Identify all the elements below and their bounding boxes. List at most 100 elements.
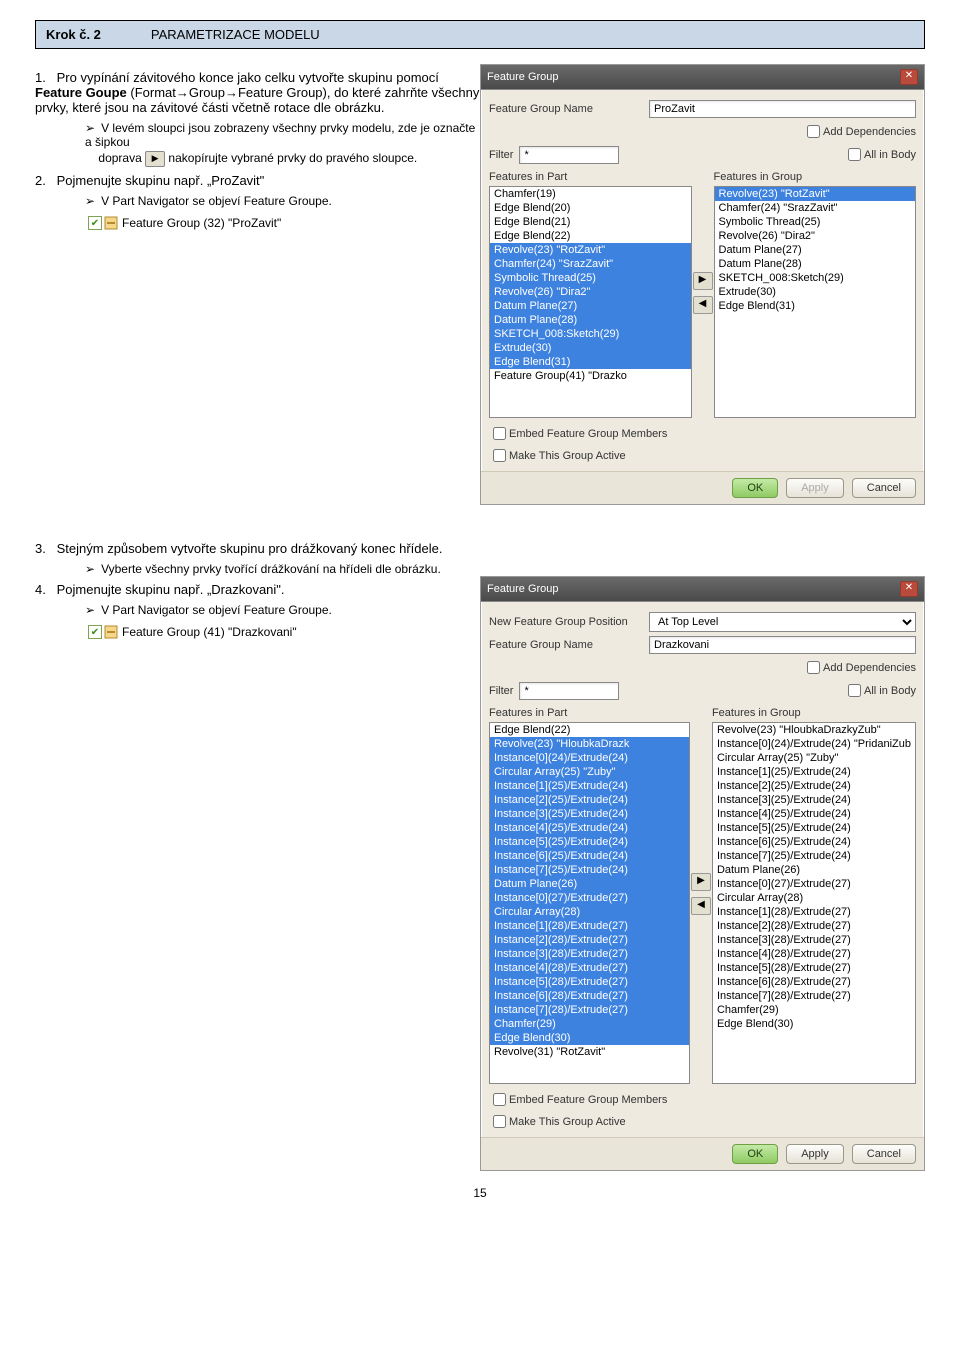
scrollbar[interactable]: ◄►	[713, 1083, 915, 1084]
cancel-button[interactable]: Cancel	[852, 478, 916, 498]
list-item[interactable]: Instance[6](28)/Extrude(27)	[713, 975, 915, 989]
cancel-button[interactable]: Cancel	[852, 1144, 916, 1164]
list-item[interactable]: SKETCH_008:Sketch(29)	[715, 271, 916, 285]
list-item[interactable]: Instance[7](25)/Extrude(24)	[490, 863, 689, 877]
list-item[interactable]: Instance[5](25)/Extrude(24)	[713, 821, 915, 835]
close-icon[interactable]: ✕	[900, 581, 918, 597]
list-item[interactable]: Chamfer(24) "SrazZavit"	[715, 201, 916, 215]
list-item[interactable]: Circular Array(25) "Zuby"	[490, 765, 689, 779]
add-dependencies-checkbox[interactable]: Add Dependencies	[803, 658, 916, 677]
list-item[interactable]: Edge Blend(31)	[490, 355, 691, 369]
list-item[interactable]: Instance[3](25)/Extrude(24)	[490, 807, 689, 821]
list-item[interactable]: Edge Blend(30)	[713, 1017, 915, 1031]
features-in-part-listbox[interactable]: Edge Blend(22)Revolve(23) "HloubkaDrazkI…	[489, 722, 690, 1084]
list-item[interactable]: Instance[6](28)/Extrude(27)	[490, 989, 689, 1003]
ok-button[interactable]: OK	[732, 478, 778, 498]
embed-members-checkbox[interactable]: Embed Feature Group Members	[489, 1090, 916, 1109]
list-item[interactable]: Revolve(23) "RotZavit"	[490, 243, 691, 257]
list-item[interactable]: Instance[0](24)/Extrude(24)	[490, 751, 689, 765]
move-right-button[interactable]: ▶	[691, 873, 711, 891]
list-item[interactable]: Edge Blend(31)	[715, 299, 916, 313]
list-item[interactable]: Circular Array(28)	[713, 891, 915, 905]
list-item[interactable]: Datum Plane(27)	[715, 243, 916, 257]
list-item[interactable]: Instance[2](25)/Extrude(24)	[713, 779, 915, 793]
list-item[interactable]: Instance[1](25)/Extrude(24)	[490, 779, 689, 793]
make-active-checkbox[interactable]: Make This Group Active	[489, 1112, 916, 1131]
list-item[interactable]: Circular Array(25) "Zuby"	[713, 751, 915, 765]
features-in-group-listbox[interactable]: Revolve(23) "HloubkaDrazkyZub"Instance[0…	[712, 722, 916, 1084]
make-active-checkbox[interactable]: Make This Group Active	[489, 446, 916, 465]
group-name-input[interactable]	[649, 636, 916, 654]
position-select[interactable]: At Top Level	[649, 612, 916, 632]
list-item[interactable]: Chamfer(19)	[490, 187, 691, 201]
list-item[interactable]: Instance[7](25)/Extrude(24)	[713, 849, 915, 863]
list-item[interactable]: Chamfer(29)	[713, 1003, 915, 1017]
list-item[interactable]: Circular Array(28)	[490, 905, 689, 919]
list-item[interactable]: Instance[4](28)/Extrude(27)	[490, 961, 689, 975]
list-item[interactable]: Edge Blend(20)	[490, 201, 691, 215]
list-item[interactable]: Revolve(23) "HloubkaDrazkyZub"	[713, 723, 915, 737]
list-item[interactable]: Extrude(30)	[715, 285, 916, 299]
list-item[interactable]: Chamfer(24) "SrazZavit"	[490, 257, 691, 271]
list-item[interactable]: Instance[6](25)/Extrude(24)	[713, 835, 915, 849]
all-in-body-checkbox[interactable]: All in Body	[844, 681, 916, 700]
list-item[interactable]: Instance[7](28)/Extrude(27)	[490, 1003, 689, 1017]
list-item[interactable]: Instance[1](25)/Extrude(24)	[713, 765, 915, 779]
list-item[interactable]: Datum Plane(26)	[490, 877, 689, 891]
move-left-button[interactable]: ◀	[691, 897, 711, 915]
list-item[interactable]: Feature Group(41) "Drazko	[490, 369, 691, 383]
list-item[interactable]: Revolve(31) "RotZavit"	[490, 1045, 689, 1059]
ok-button[interactable]: OK	[732, 1144, 778, 1164]
list-item[interactable]: Instance[0](24)/Extrude(24) "PridaniZub	[713, 737, 915, 751]
list-item[interactable]: Instance[6](25)/Extrude(24)	[490, 849, 689, 863]
list-item[interactable]: Symbolic Thread(25)	[490, 271, 691, 285]
list-item[interactable]: SKETCH_008:Sketch(29)	[490, 327, 691, 341]
list-item[interactable]: Edge Blend(21)	[490, 215, 691, 229]
scrollbar[interactable]: ◄►	[490, 417, 691, 418]
list-item[interactable]: Instance[0](27)/Extrude(27)	[490, 891, 689, 905]
list-item[interactable]: Revolve(23) "RotZavit"	[715, 187, 916, 201]
list-item[interactable]: Datum Plane(27)	[490, 299, 691, 313]
list-item[interactable]: Instance[4](25)/Extrude(24)	[490, 821, 689, 835]
apply-button[interactable]: Apply	[786, 1144, 844, 1164]
embed-members-checkbox[interactable]: Embed Feature Group Members	[489, 424, 916, 443]
list-item[interactable]: Datum Plane(28)	[715, 257, 916, 271]
list-item[interactable]: Instance[1](28)/Extrude(27)	[713, 905, 915, 919]
list-item[interactable]: Instance[4](28)/Extrude(27)	[713, 947, 915, 961]
scrollbar[interactable]: ◄►	[490, 1083, 689, 1084]
close-icon[interactable]: ✕	[900, 69, 918, 85]
move-right-button[interactable]: ▶	[693, 272, 713, 290]
list-item[interactable]: Instance[5](28)/Extrude(27)	[713, 961, 915, 975]
list-item[interactable]: Revolve(26) "Dira2"	[490, 285, 691, 299]
list-item[interactable]: Instance[2](28)/Extrude(27)	[713, 919, 915, 933]
list-item[interactable]: Datum Plane(28)	[490, 313, 691, 327]
all-in-body-checkbox[interactable]: All in Body	[844, 145, 916, 164]
list-item[interactable]: Chamfer(29)	[490, 1017, 689, 1031]
list-item[interactable]: Edge Blend(22)	[490, 723, 689, 737]
list-item[interactable]: Instance[2](28)/Extrude(27)	[490, 933, 689, 947]
list-item[interactable]: Extrude(30)	[490, 341, 691, 355]
list-item[interactable]: Instance[1](28)/Extrude(27)	[490, 919, 689, 933]
move-left-button[interactable]: ◀	[693, 296, 713, 314]
list-item[interactable]: Instance[5](28)/Extrude(27)	[490, 975, 689, 989]
list-item[interactable]: Instance[3](25)/Extrude(24)	[713, 793, 915, 807]
list-item[interactable]: Instance[3](28)/Extrude(27)	[713, 933, 915, 947]
list-item[interactable]: Instance[3](28)/Extrude(27)	[490, 947, 689, 961]
list-item[interactable]: Symbolic Thread(25)	[715, 215, 916, 229]
list-item[interactable]: Instance[2](25)/Extrude(24)	[490, 793, 689, 807]
filter-input[interactable]	[519, 682, 619, 700]
list-item[interactable]: Revolve(26) "Dira2"	[715, 229, 916, 243]
list-item[interactable]: Instance[4](25)/Extrude(24)	[713, 807, 915, 821]
apply-button[interactable]: Apply	[786, 478, 844, 498]
list-item[interactable]: Edge Blend(30)	[490, 1031, 689, 1045]
filter-input[interactable]	[519, 146, 619, 164]
list-item[interactable]: Instance[0](27)/Extrude(27)	[713, 877, 915, 891]
features-in-group-listbox[interactable]: Revolve(23) "RotZavit"Chamfer(24) "SrazZ…	[714, 186, 917, 418]
add-dependencies-checkbox[interactable]: Add Dependencies	[803, 122, 916, 141]
features-in-part-listbox[interactable]: Chamfer(19)Edge Blend(20)Edge Blend(21) E…	[489, 186, 692, 418]
list-item[interactable]: Instance[5](25)/Extrude(24)	[490, 835, 689, 849]
list-item[interactable]: Datum Plane(26)	[713, 863, 915, 877]
group-name-input[interactable]	[649, 100, 916, 118]
list-item[interactable]: Instance[7](28)/Extrude(27)	[713, 989, 915, 1003]
list-item[interactable]: Revolve(23) "HloubkaDrazk	[490, 737, 689, 751]
